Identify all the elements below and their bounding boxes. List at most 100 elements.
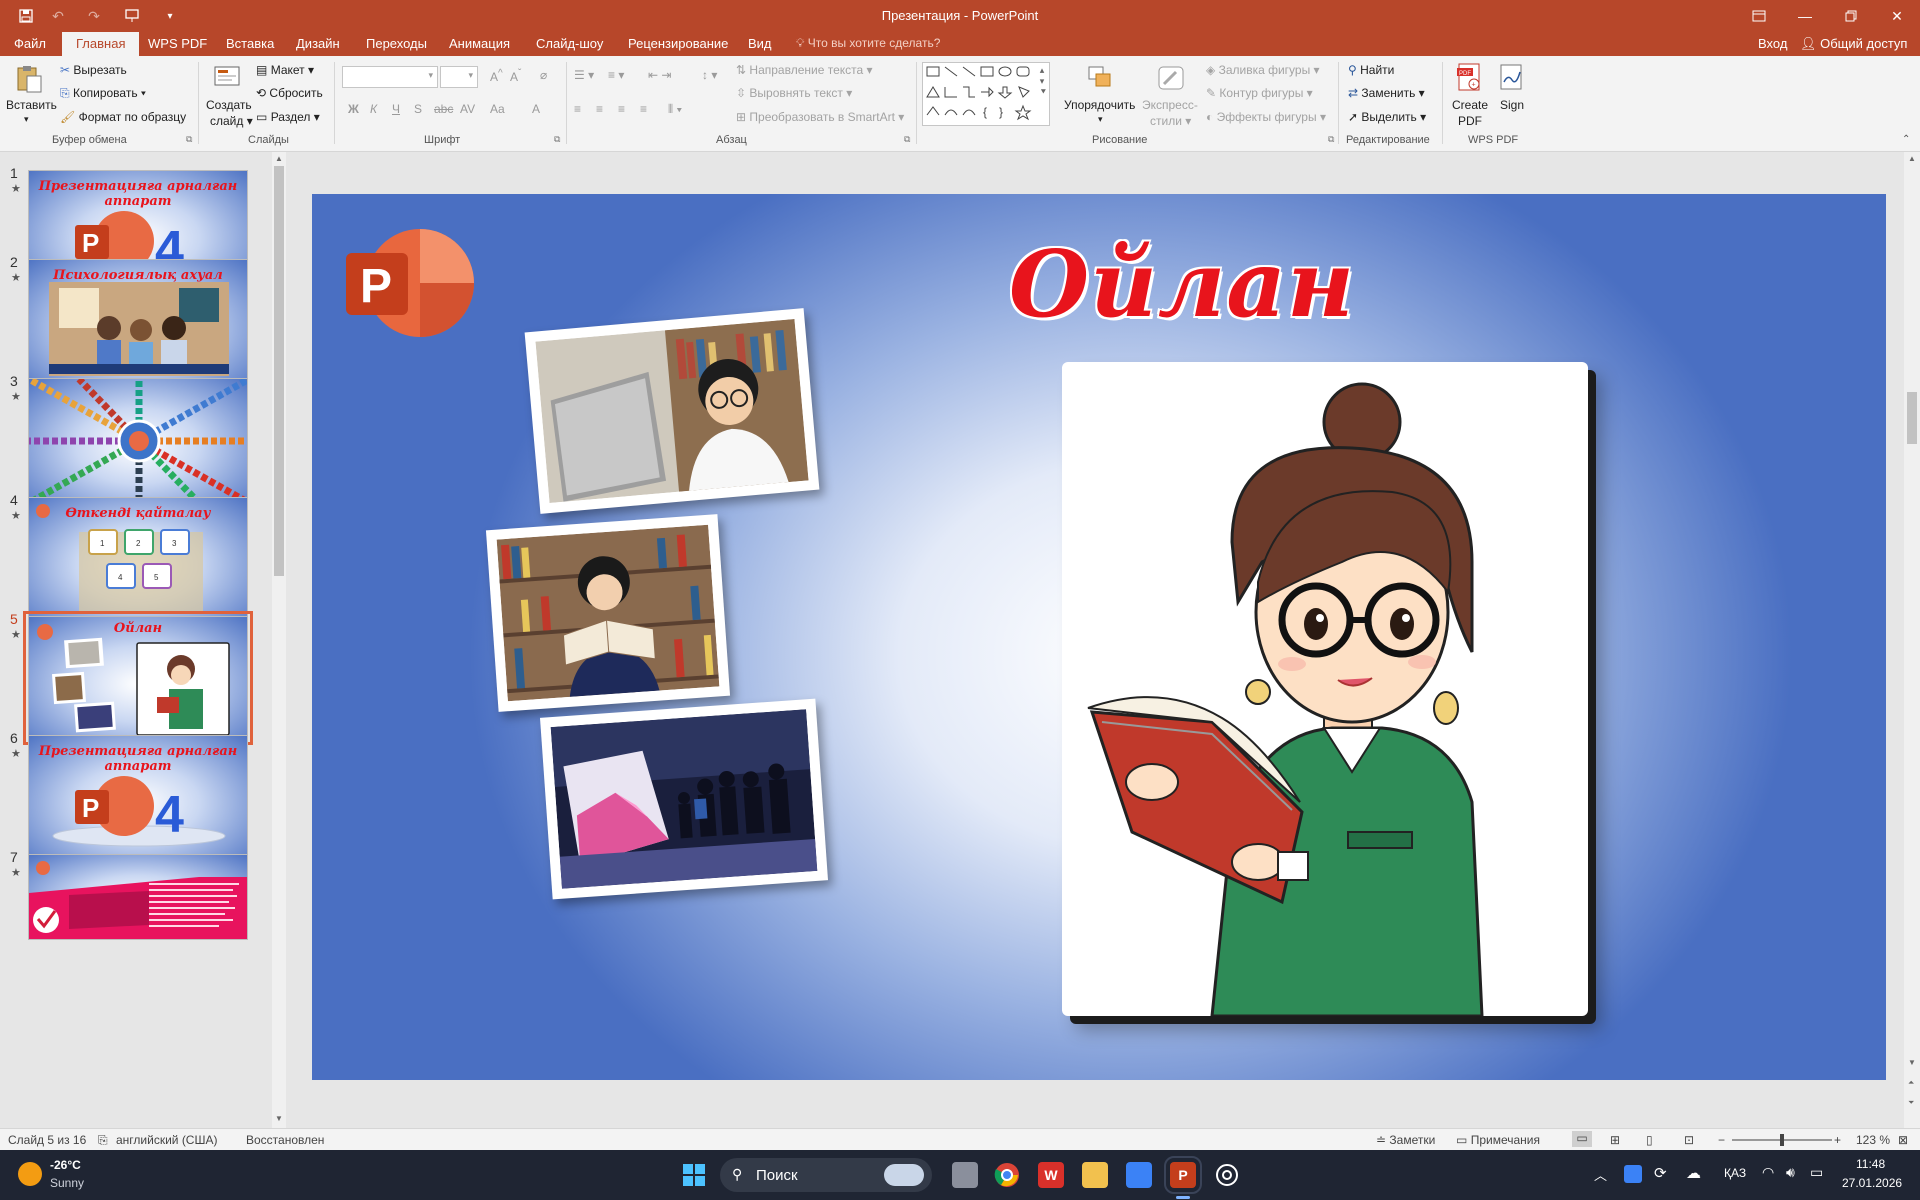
close-icon[interactable]: ✕	[1874, 0, 1920, 32]
tab-insert[interactable]: Вставка	[226, 36, 274, 51]
tab-animations[interactable]: Анимация	[449, 36, 510, 51]
change-case-button[interactable]: Aa	[490, 102, 505, 116]
slide-thumbnail[interactable]	[28, 378, 248, 502]
font-name-select[interactable]: ▾	[342, 66, 438, 88]
line-spacing-icon[interactable]: ↕ ▾	[702, 68, 717, 82]
tab-slideshow[interactable]: Слайд-шоу	[536, 36, 603, 51]
taskbar-search[interactable]: ⚲ Поиск	[720, 1158, 932, 1192]
font-launcher-icon[interactable]: ⧉	[554, 134, 560, 145]
photo-girl-reading[interactable]	[485, 514, 731, 712]
weather-temp[interactable]: -26°C	[50, 1158, 81, 1172]
share-button[interactable]: 👤︎ Общий доступ	[1800, 36, 1907, 52]
tray-expand-icon[interactable]: ︿	[1594, 1165, 1607, 1184]
clock-date[interactable]: 27.01.2026	[1842, 1176, 1902, 1190]
current-slide[interactable]: P Ойлан	[312, 194, 1886, 1080]
spellcheck-icon[interactable]: ⎘	[98, 1133, 108, 1148]
previous-slide-icon[interactable]: ⏶	[1908, 1078, 1914, 1088]
italic-button[interactable]: К	[370, 102, 377, 116]
reading-view-icon[interactable]: ▯	[1646, 1133, 1653, 1147]
thumbnail-scrollbar[interactable]: ▲ ▼	[272, 152, 286, 1128]
minimize-icon[interactable]: —	[1782, 0, 1828, 32]
shapes-gallery[interactable]: { } ▴ ▾ ⯆	[922, 62, 1050, 126]
paste-dropdown-icon[interactable]: ▾	[24, 114, 29, 125]
tab-transitions[interactable]: Переходы	[366, 36, 427, 51]
format-painter-button[interactable]: 🖌︎ Формат по образцу	[60, 110, 186, 124]
zoom-level[interactable]: 123 %	[1856, 1133, 1890, 1147]
editor-scrollbar[interactable]: ▲ ▼ ⏶ ⏷	[1904, 152, 1920, 1128]
scroll-up-icon[interactable]: ▲	[275, 154, 283, 163]
clock-time[interactable]: 11:48	[1856, 1157, 1885, 1171]
zoom-out-icon[interactable]: −	[1718, 1133, 1725, 1147]
char-spacing-button[interactable]: AV	[460, 102, 475, 116]
tab-file[interactable]: Файл	[14, 36, 46, 51]
slide-thumbnail[interactable]: Өткенді қайталау 1 2 3 4 5	[28, 497, 248, 621]
photo-museum[interactable]	[539, 698, 829, 900]
tab-view[interactable]: Вид	[748, 36, 772, 51]
bullets-icon[interactable]: ☰ ▾	[574, 68, 594, 82]
slide-thumbnail[interactable]	[28, 854, 248, 940]
windows-start-icon[interactable]	[682, 1163, 706, 1187]
collapse-ribbon-icon[interactable]: ⌃	[1902, 134, 1910, 145]
slide-title[interactable]: Ойлан	[982, 230, 1382, 338]
find-button[interactable]: ⚲ Найти	[1348, 63, 1394, 77]
columns-icon[interactable]: ⫴ ▾	[668, 102, 682, 117]
file-explorer-icon[interactable]	[1082, 1162, 1108, 1188]
font-color-button[interactable]: A	[532, 102, 540, 116]
sync-icon[interactable]: ⟳	[1654, 1164, 1667, 1182]
shadow-button[interactable]: S	[414, 102, 422, 116]
align-right-icon[interactable]: ≡	[618, 102, 625, 116]
tray-app-icon[interactable]	[1624, 1165, 1642, 1183]
slide-thumbnail-active[interactable]: Ойлан	[23, 611, 253, 745]
cut-button[interactable]: ✂ Вырезать	[60, 63, 127, 77]
smartart-button[interactable]: ⊞ Преобразовать в SmartArt ▾	[736, 110, 904, 124]
scroll-down-icon[interactable]: ▼	[1908, 1058, 1916, 1067]
ribbon-display-icon[interactable]	[1736, 0, 1782, 32]
font-size-select[interactable]: ▾	[440, 66, 478, 88]
fit-slide-icon[interactable]: ⊠	[1898, 1133, 1908, 1147]
signin-link[interactable]: Вход	[1758, 36, 1787, 51]
wifi-icon[interactable]: ◠	[1762, 1164, 1774, 1181]
powerpoint-taskbar-icon[interactable]: P	[1164, 1156, 1202, 1194]
numbering-icon[interactable]: ≡ ▾	[608, 68, 624, 82]
gallery-scroll-icon[interactable]: ▴ ▾ ⯆	[1040, 65, 1047, 98]
tab-design[interactable]: Дизайн	[296, 36, 340, 51]
replace-button[interactable]: ⇄ Заменить ▾	[1348, 86, 1425, 100]
wps-office-icon[interactable]: W	[1038, 1162, 1064, 1188]
align-left-icon[interactable]: ≡	[574, 102, 581, 116]
photo-boy-laptop[interactable]	[524, 308, 820, 514]
scroll-thumb[interactable]	[274, 166, 284, 576]
align-center-icon[interactable]: ≡	[596, 102, 603, 116]
tab-home[interactable]: Главная	[62, 32, 140, 56]
tell-me-box[interactable]: 💡︎ Что вы хотите сделать?	[796, 36, 940, 51]
shape-outline-button[interactable]: ✎ Контур фигуры ▾	[1206, 86, 1313, 100]
comments-button[interactable]: ▭ Примечания	[1456, 1133, 1540, 1147]
zoom-slider-thumb[interactable]	[1780, 1134, 1784, 1146]
strikethrough-button[interactable]: abc	[434, 102, 453, 116]
chrome-icon[interactable]	[994, 1162, 1020, 1188]
reset-button[interactable]: ⟲ Сбросить	[256, 86, 323, 100]
tab-wps-pdf[interactable]: WPS PDF	[148, 36, 207, 51]
slide-thumbnail[interactable]: Психологиялық ахуал	[28, 259, 248, 383]
section-button[interactable]: ▭ Раздел ▾	[256, 110, 320, 124]
bold-button[interactable]: Ж	[348, 102, 359, 116]
clipboard-launcher-icon[interactable]: ⧉	[186, 134, 192, 145]
store-icon[interactable]	[1126, 1162, 1152, 1188]
grow-font-icon[interactable]: A^	[490, 68, 503, 84]
clear-format-icon[interactable]: ⌀	[540, 68, 547, 82]
language-indicator[interactable]: английский (США)	[116, 1133, 217, 1147]
restore-icon[interactable]	[1828, 0, 1874, 32]
zoom-slider[interactable]	[1732, 1134, 1832, 1146]
next-slide-icon[interactable]: ⏷	[1908, 1098, 1914, 1108]
select-button[interactable]: ➚ Выделить ▾	[1348, 110, 1426, 124]
weather-sun-icon[interactable]	[18, 1162, 42, 1186]
underline-button[interactable]: Ч	[392, 102, 400, 116]
text-direction-button[interactable]: ⇅ Направление текста ▾	[736, 63, 873, 77]
copy-button[interactable]: ⎘ Копировать ▾	[60, 86, 146, 101]
scroll-thumb[interactable]	[1907, 392, 1917, 444]
layout-button[interactable]: ▤ Макет ▾	[256, 63, 314, 77]
chatgpt-icon[interactable]	[1214, 1162, 1240, 1188]
align-text-button[interactable]: ⇳ Выровнять текст ▾	[736, 86, 852, 100]
justify-icon[interactable]: ≡	[640, 102, 647, 116]
normal-view-icon[interactable]: ▭	[1572, 1131, 1592, 1147]
keyboard-language[interactable]: ҚАЗ	[1724, 1166, 1746, 1180]
